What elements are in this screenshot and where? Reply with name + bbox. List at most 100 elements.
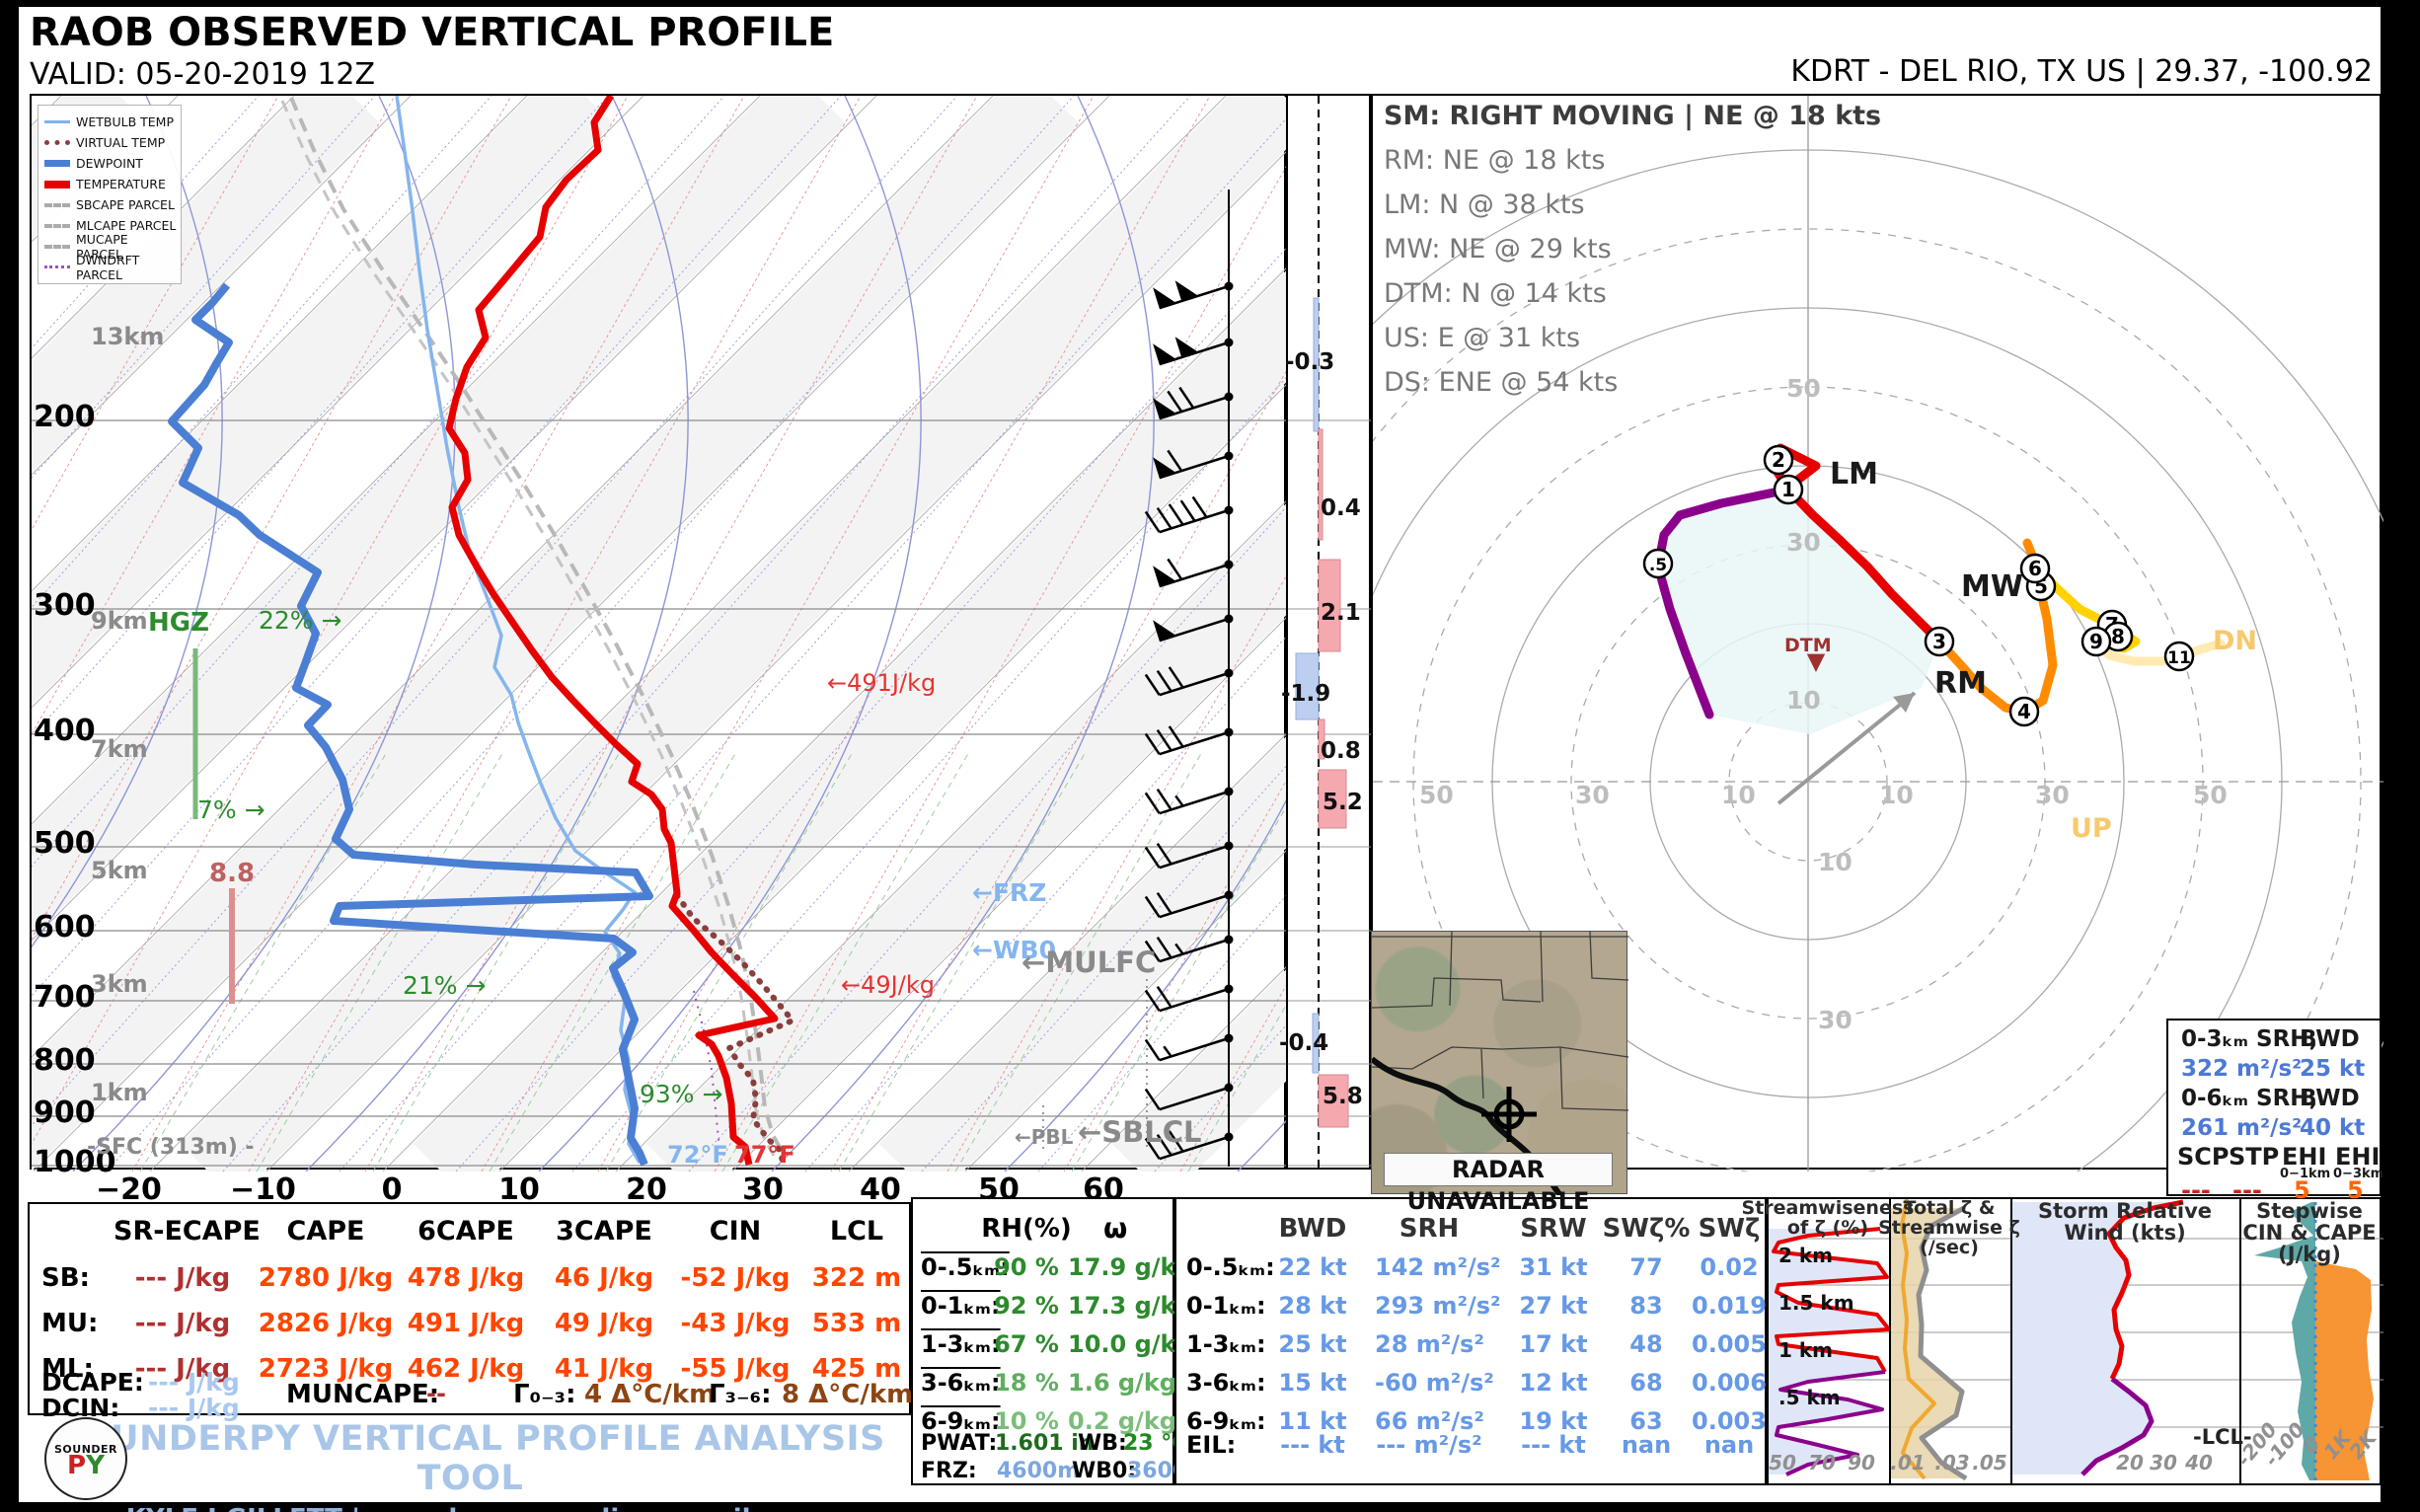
dcape-value: --- J/kg <box>148 1368 240 1397</box>
omega-value: 5.2 <box>1323 790 1363 815</box>
indices-header: 3CAPE <box>556 1216 652 1247</box>
shear-value: 22 kt <box>1278 1253 1347 1281</box>
hodo-height-marker-label: 11 <box>2167 648 2191 668</box>
indices-value: 491 J/kg <box>407 1309 525 1338</box>
footer-branding: SOUNDERPY VERTICAL PROFILE ANALYSIS TOOL… <box>30 1419 911 1512</box>
lapse-3-6-label: Γ₃₋₆: <box>709 1380 772 1409</box>
storm-motion-line: MW: NE @ 29 kts <box>1384 234 1612 265</box>
path <box>1480 1048 1484 1099</box>
legend-label: TEMPERATURE <box>76 177 166 191</box>
shear-value: 142 m²/s² <box>1375 1253 1501 1281</box>
frame-right <box>2381 0 2420 1512</box>
indices-row-label: MU: <box>41 1309 99 1338</box>
skewt-annotation: 8.8 <box>209 859 256 888</box>
shear-value: 28 m²/s² <box>1375 1330 1484 1358</box>
mini-chart-xtick: 90 <box>1848 1451 1875 1474</box>
omega-value: -0.3 <box>1285 349 1335 375</box>
ring-label: 50 <box>1419 781 1454 809</box>
shear-header: SRH <box>1399 1214 1460 1244</box>
legend-label: DEWPOINT <box>76 156 143 171</box>
skewt-annotation: 7% → <box>197 795 265 824</box>
srh-box-value: BWD <box>2300 1026 2360 1052</box>
hodo-label-dn: DN <box>2213 626 2257 656</box>
mini-chart-title-line: (/sec) <box>1920 1236 1979 1258</box>
shear-value: 15 kt <box>1278 1369 1347 1397</box>
footer-title: SOUNDERPY VERTICAL PROFILE ANALYSIS TOOL <box>55 1419 885 1498</box>
lapse-0-3-value: 4 Δ°C/km <box>584 1380 717 1409</box>
mixing-ratio-value: 17.9 g/kg <box>1068 1253 1193 1281</box>
srh-box-value: --- <box>2181 1176 2211 1204</box>
skewt-panel <box>30 94 1288 1172</box>
wind-barb-tick <box>1168 503 1184 526</box>
legend-label: WETBULB TEMP <box>76 114 174 129</box>
frame-left <box>0 0 18 1512</box>
muncape-value: -- <box>426 1380 446 1407</box>
legend-item: VIRTUAL TEMP <box>44 132 177 153</box>
indices-value: 478 J/kg <box>407 1263 525 1293</box>
pressure-tick-label: 200 <box>34 400 96 434</box>
mini-chart-ylabel: 1.5 km <box>1778 1291 1854 1315</box>
omega-bar <box>1318 428 1323 541</box>
pressure-tick-label: 600 <box>34 910 96 945</box>
mini-chart-xtick: 40 <box>2185 1451 2213 1474</box>
mini-chart-ylabel: 2 km <box>1778 1244 1834 1267</box>
path <box>1372 1046 1628 1070</box>
shear-value: --- m²/s² <box>1376 1431 1482 1459</box>
ring-label: 10 <box>1879 781 1914 809</box>
shear-row-label: 1-3ₖₘ: <box>1186 1330 1266 1358</box>
height-km-label: 9km <box>91 607 148 635</box>
wind-barb-tick <box>1167 558 1183 580</box>
skewt-annotation: ←49J/kg <box>841 971 935 999</box>
lapse-0-3-label: Γ₀₋₃: <box>513 1380 576 1409</box>
hodo-height-marker-label: 4 <box>2017 700 2031 723</box>
rh-row-label: 3-6ₖₘ: <box>921 1369 1001 1397</box>
path <box>1540 932 1544 1003</box>
path <box>1589 932 1628 981</box>
srh-box-header: SCP <box>2177 1143 2230 1171</box>
wind-barb-staff <box>1159 730 1230 756</box>
skewt-annotation: 21% → <box>403 971 487 1000</box>
srh-box-value: 5 <box>2347 1176 2364 1204</box>
indices-header: SR-ECAPE <box>113 1216 261 1247</box>
srh-box-header: STP <box>2229 1143 2280 1171</box>
skewt-annotation: ←PBL <box>1015 1125 1074 1149</box>
virtual-temp-swatch <box>44 140 70 145</box>
mlcape-swatch <box>44 223 70 228</box>
hodo-height-marker-label: 2 <box>1772 448 1785 472</box>
hodo-height-marker-label: 6 <box>2028 557 2042 580</box>
dewpoint-swatch <box>44 160 70 167</box>
shear-value: 293 m²/s² <box>1375 1292 1501 1320</box>
storm-motion-block: SM: RIGHT MOVING | NE @ 18 kts RM: NE @ 1… <box>1384 101 1881 412</box>
shear-value: 28 kt <box>1278 1292 1347 1320</box>
storm-motion-line: US: E @ 31 kts <box>1384 323 1581 353</box>
omega-title: ω <box>1103 1212 1128 1245</box>
frz-value: 4600m <box>997 1459 1081 1483</box>
logo-py: PY <box>67 1451 105 1480</box>
indices-value: 2780 J/kg <box>258 1263 394 1293</box>
skewt-annotation: 72°F <box>667 1141 728 1169</box>
shear-row-label: 3-6ₖₘ: <box>1186 1369 1266 1397</box>
indices-value: -52 J/kg <box>680 1263 791 1293</box>
mixing-ratio-value: 17.3 g/kg <box>1068 1292 1193 1320</box>
valid-time: VALID: 05-20-2019 12Z <box>30 57 376 92</box>
height-km-label: 13km <box>91 323 165 350</box>
mini-chart-title-line: Total ζ & <box>1903 1197 1996 1219</box>
pressure-tick-label: 900 <box>34 1096 96 1130</box>
storm-motion-line: SM: RIGHT MOVING | NE @ 18 kts <box>1384 101 1882 131</box>
isotherm-bands <box>32 96 1288 1172</box>
wind-barb-halftick <box>1174 794 1184 807</box>
mini-chart-ylabel: .5 km <box>1778 1386 1841 1409</box>
mini-chart-ylabel: 1 km <box>1778 1338 1834 1362</box>
pressure-tick-label: 800 <box>34 1043 96 1078</box>
legend-item: SBCAPE PARCEL <box>44 194 177 215</box>
ring-label: 30 <box>1786 528 1821 557</box>
hodo-height-marker-label: 3 <box>1932 630 1946 653</box>
omega-value: 2.1 <box>1321 600 1361 626</box>
legend-item: WETBULB TEMP <box>44 112 177 132</box>
height-km-label: 3km <box>91 970 148 998</box>
ring-label: 50 <box>2193 781 2228 809</box>
footer-credit-link[interactable]: KYLE J GILLETT | sounderpysoundings.anvi… <box>30 1504 911 1512</box>
sounderpy-figure: RAOB OBSERVED VERTICAL PROFILE VALID: 05… <box>0 0 2420 1512</box>
legend-label: DWNDRFT PARCEL <box>76 252 140 282</box>
indices-value: 533 m <box>811 1309 902 1338</box>
